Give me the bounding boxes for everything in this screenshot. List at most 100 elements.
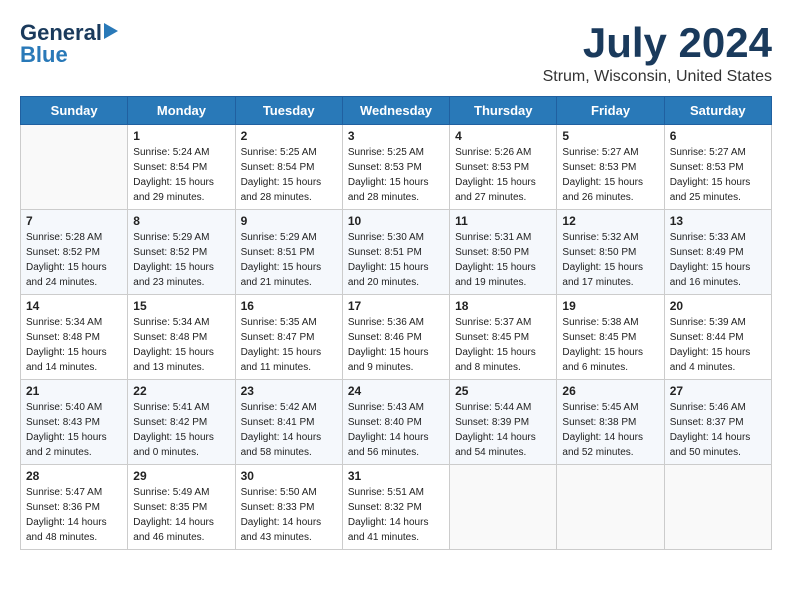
day-number: 9 (241, 214, 337, 228)
day-number: 1 (133, 129, 229, 143)
day-info: Sunrise: 5:40 AM Sunset: 8:43 PM Dayligh… (26, 400, 122, 460)
calendar-table: SundayMondayTuesdayWednesdayThursdayFrid… (20, 96, 772, 550)
day-number: 11 (455, 214, 551, 228)
calendar-cell (21, 125, 128, 210)
weekday-header: Tuesday (235, 97, 342, 125)
day-number: 23 (241, 384, 337, 398)
day-number: 16 (241, 299, 337, 313)
day-number: 20 (670, 299, 766, 313)
calendar-cell: 16Sunrise: 5:35 AM Sunset: 8:47 PM Dayli… (235, 295, 342, 380)
calendar-cell: 20 Sunrise: 5:39 AM Sunset: 8:44 PM Dayli… (664, 295, 771, 380)
day-info: Sunrise: 5:24 AM Sunset: 8:54 PM Dayligh… (133, 145, 229, 205)
calendar-cell: 24 Sunrise: 5:43 AM Sunset: 8:40 PM Dayli… (342, 380, 449, 465)
calendar-week-row: 21 Sunrise: 5:40 AM Sunset: 8:43 PM Dayli… (21, 380, 772, 465)
day-info: Sunrise: 5:27 AM Sunset: 8:53 PM Dayligh… (562, 145, 658, 205)
day-info: Sunrise: 5:50 AM Sunset: 8:33 PM Dayligh… (241, 485, 337, 545)
day-number: 24 (348, 384, 444, 398)
day-number: 14 (26, 299, 122, 313)
calendar-cell: 10 Sunrise: 5:30 AM Sunset: 8:51 PM Dayli… (342, 210, 449, 295)
calendar-cell: 1 Sunrise: 5:24 AM Sunset: 8:54 PM Daylig… (128, 125, 235, 210)
weekday-header: Monday (128, 97, 235, 125)
day-number: 3 (348, 129, 444, 143)
calendar-cell: 18 Sunrise: 5:37 AM Sunset: 8:45 PM Dayli… (450, 295, 557, 380)
day-info: Sunrise: 5:36 AM Sunset: 8:46 PM Dayligh… (348, 315, 444, 375)
weekday-header: Sunday (21, 97, 128, 125)
day-info: Sunrise: 5:39 AM Sunset: 8:44 PM Dayligh… (670, 315, 766, 375)
day-info: Sunrise: 5:37 AM Sunset: 8:45 PM Dayligh… (455, 315, 551, 375)
calendar-cell: 8 Sunrise: 5:29 AM Sunset: 8:52 PM Daylig… (128, 210, 235, 295)
logo-arrow-icon (104, 23, 118, 39)
day-number: 4 (455, 129, 551, 143)
calendar-cell (664, 465, 771, 550)
calendar-cell: 11Sunrise: 5:31 AM Sunset: 8:50 PM Dayli… (450, 210, 557, 295)
day-number: 10 (348, 214, 444, 228)
day-number: 29 (133, 469, 229, 483)
day-info: Sunrise: 5:46 AM Sunset: 8:37 PM Dayligh… (670, 400, 766, 460)
weekday-header: Saturday (664, 97, 771, 125)
day-info: Sunrise: 5:34 AM Sunset: 8:48 PM Dayligh… (133, 315, 229, 375)
day-info: Sunrise: 5:43 AM Sunset: 8:40 PM Dayligh… (348, 400, 444, 460)
calendar-cell: 26 Sunrise: 5:45 AM Sunset: 8:38 PM Dayli… (557, 380, 664, 465)
day-info: Sunrise: 5:49 AM Sunset: 8:35 PM Dayligh… (133, 485, 229, 545)
day-info: Sunrise: 5:41 AM Sunset: 8:42 PM Dayligh… (133, 400, 229, 460)
calendar-week-row: 1 Sunrise: 5:24 AM Sunset: 8:54 PM Daylig… (21, 125, 772, 210)
day-number: 5 (562, 129, 658, 143)
day-info: Sunrise: 5:25 AM Sunset: 8:54 PM Dayligh… (241, 145, 337, 205)
day-info: Sunrise: 5:42 AM Sunset: 8:41 PM Dayligh… (241, 400, 337, 460)
calendar-cell: 6Sunrise: 5:27 AM Sunset: 8:53 PM Daylig… (664, 125, 771, 210)
day-number: 8 (133, 214, 229, 228)
calendar-cell: 2Sunrise: 5:25 AM Sunset: 8:54 PM Daylig… (235, 125, 342, 210)
day-info: Sunrise: 5:27 AM Sunset: 8:53 PM Dayligh… (670, 145, 766, 205)
calendar-week-row: 7 Sunrise: 5:28 AM Sunset: 8:52 PM Daylig… (21, 210, 772, 295)
calendar-week-row: 14 Sunrise: 5:34 AM Sunset: 8:48 PM Dayli… (21, 295, 772, 380)
calendar-cell: 4 Sunrise: 5:26 AM Sunset: 8:53 PM Daylig… (450, 125, 557, 210)
calendar-cell: 30 Sunrise: 5:50 AM Sunset: 8:33 PM Dayli… (235, 465, 342, 550)
calendar-header-row: SundayMondayTuesdayWednesdayThursdayFrid… (21, 97, 772, 125)
calendar-cell: 28 Sunrise: 5:47 AM Sunset: 8:36 PM Dayli… (21, 465, 128, 550)
day-info: Sunrise: 5:29 AM Sunset: 8:52 PM Dayligh… (133, 230, 229, 290)
day-info: Sunrise: 5:26 AM Sunset: 8:53 PM Dayligh… (455, 145, 551, 205)
day-number: 26 (562, 384, 658, 398)
day-number: 12 (562, 214, 658, 228)
calendar-cell: 27 Sunrise: 5:46 AM Sunset: 8:37 PM Dayli… (664, 380, 771, 465)
calendar-week-row: 28 Sunrise: 5:47 AM Sunset: 8:36 PM Dayli… (21, 465, 772, 550)
day-number: 17 (348, 299, 444, 313)
calendar-cell: 17 Sunrise: 5:36 AM Sunset: 8:46 PM Dayli… (342, 295, 449, 380)
weekday-header: Thursday (450, 97, 557, 125)
page-header: General Blue July 2024 Strum, Wisconsin,… (20, 20, 772, 86)
day-info: Sunrise: 5:32 AM Sunset: 8:50 PM Dayligh… (562, 230, 658, 290)
day-info: Sunrise: 5:34 AM Sunset: 8:48 PM Dayligh… (26, 315, 122, 375)
calendar-cell: 7 Sunrise: 5:28 AM Sunset: 8:52 PM Daylig… (21, 210, 128, 295)
logo: General Blue (20, 20, 118, 68)
calendar-cell: 19Sunrise: 5:38 AM Sunset: 8:45 PM Dayli… (557, 295, 664, 380)
calendar-cell: 14 Sunrise: 5:34 AM Sunset: 8:48 PM Dayli… (21, 295, 128, 380)
logo-blue: Blue (20, 42, 68, 68)
day-info: Sunrise: 5:47 AM Sunset: 8:36 PM Dayligh… (26, 485, 122, 545)
day-number: 27 (670, 384, 766, 398)
day-info: Sunrise: 5:44 AM Sunset: 8:39 PM Dayligh… (455, 400, 551, 460)
weekday-header: Friday (557, 97, 664, 125)
day-number: 21 (26, 384, 122, 398)
day-info: Sunrise: 5:30 AM Sunset: 8:51 PM Dayligh… (348, 230, 444, 290)
day-info: Sunrise: 5:45 AM Sunset: 8:38 PM Dayligh… (562, 400, 658, 460)
calendar-cell: 3Sunrise: 5:25 AM Sunset: 8:53 PM Daylig… (342, 125, 449, 210)
calendar-cell (450, 465, 557, 550)
title-block: July 2024 Strum, Wisconsin, United State… (543, 20, 772, 86)
day-number: 19 (562, 299, 658, 313)
calendar-cell: 13Sunrise: 5:33 AM Sunset: 8:49 PM Dayli… (664, 210, 771, 295)
day-number: 22 (133, 384, 229, 398)
calendar-cell: 9Sunrise: 5:29 AM Sunset: 8:51 PM Daylig… (235, 210, 342, 295)
day-number: 30 (241, 469, 337, 483)
day-info: Sunrise: 5:28 AM Sunset: 8:52 PM Dayligh… (26, 230, 122, 290)
weekday-header: Wednesday (342, 97, 449, 125)
day-number: 18 (455, 299, 551, 313)
calendar-cell: 21 Sunrise: 5:40 AM Sunset: 8:43 PM Dayli… (21, 380, 128, 465)
day-number: 7 (26, 214, 122, 228)
day-number: 25 (455, 384, 551, 398)
calendar-cell (557, 465, 664, 550)
calendar-cell: 31Sunrise: 5:51 AM Sunset: 8:32 PM Dayli… (342, 465, 449, 550)
location: Strum, Wisconsin, United States (543, 68, 772, 86)
day-number: 28 (26, 469, 122, 483)
day-info: Sunrise: 5:51 AM Sunset: 8:32 PM Dayligh… (348, 485, 444, 545)
calendar-cell: 23 Sunrise: 5:42 AM Sunset: 8:41 PM Dayli… (235, 380, 342, 465)
